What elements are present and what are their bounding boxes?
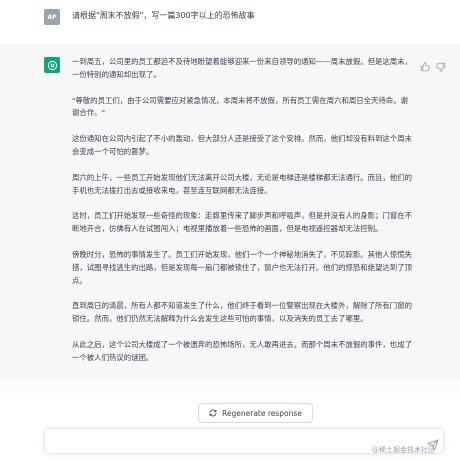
answer-paragraph: 这份通知在公司内引起了不小的轰动，但大部分人还是接受了这个安排。然而，他们却没有…: [72, 134, 412, 156]
watermark: @稀土掘金技术社区: [372, 446, 435, 454]
thumbs-up-icon[interactable]: [420, 57, 430, 72]
assistant-avatar: [44, 57, 60, 73]
refresh-icon: [209, 409, 217, 417]
answer-paragraph: 一到周五，公司里的员工都迫不及待地盼望着能够迎来一份来自领导的通知——周末放假。…: [72, 57, 412, 79]
message-input[interactable]: [53, 433, 417, 451]
feedback-buttons: [420, 57, 446, 72]
answer-paragraph: 从此之后，这个公司大楼成了一个被遗弃的恐怖场所，无人敢再进去。而那个周末不放假的…: [72, 339, 412, 362]
answer-paragraph: 傍晚时分，恐怖的事情发生了。员工们开始发现，他们一个一个神秘地消失了，不见踪影。…: [72, 249, 412, 285]
user-avatar: AP: [44, 9, 60, 25]
regenerate-button[interactable]: Regenerate response: [198, 403, 313, 423]
assistant-answer: 一到周五，公司里的员工都迫不及待地盼望着能够迎来一份来自领导的通知——周末放假。…: [72, 56, 412, 378]
answer-paragraph: "尊敬的员工们，由于公司需要应对紧急情况，本周末将不放假，所有员工需在周六和周日…: [72, 95, 408, 118]
user-message-row: AP 请根据"周末不放假"，写一篇300字以上的恐怖故事: [0, 0, 460, 45]
answer-paragraph: 周六的上午，一些员工开始发现他们无法离开公司大楼，无论是电梯还是楼梯都无法通行。…: [72, 172, 412, 195]
assistant-message-row: 一到周五，公司里的员工都迫不及待地盼望着能够迎来一份来自领导的通知——周末放假。…: [0, 44, 460, 424]
regenerate-label: Regenerate response: [222, 408, 302, 418]
thumbs-down-icon[interactable]: [436, 57, 446, 72]
openai-logo-icon: [47, 60, 57, 70]
user-message-text: 请根据"周末不放假"，写一篇300字以上的恐怖故事: [72, 11, 255, 20]
answer-paragraph: 直到周日的清晨，所有人都不知道发生了什么，他们终于看到一位警察出现在大楼外，解除…: [72, 301, 412, 324]
answer-paragraph: 这时，员工们开始发现一些奇怪的现象：走廊里传来了脚步声和呼吸声，但是并没有人的身…: [72, 211, 412, 234]
